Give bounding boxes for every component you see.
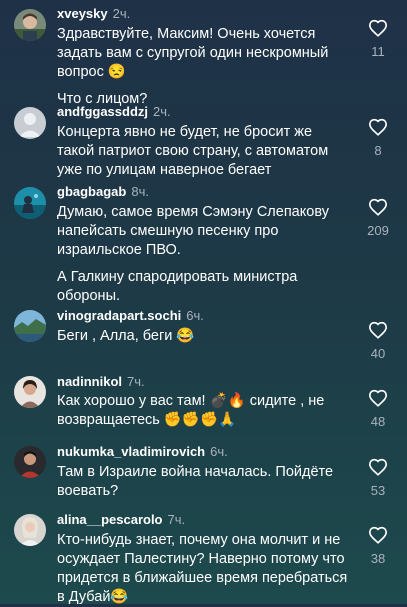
like-button[interactable]: 40 [360, 321, 396, 361]
timestamp: 8ч. [131, 184, 149, 199]
like-button[interactable]: 38 [360, 526, 396, 566]
like-count: 53 [370, 483, 386, 498]
comment-text: Концерта явно не будет, не бросит же так… [57, 123, 350, 180]
like-button[interactable]: 209 [360, 198, 396, 238]
comment-text: Там в Израиле война началась. Пойдёте во… [57, 463, 350, 501]
comment-text: Здравствуйте, Максим! Очень хочется зада… [57, 25, 350, 109]
like-count: 38 [370, 551, 386, 566]
comment-meta: vinogradapart.sochi 6ч. [57, 308, 204, 324]
heart-icon [368, 321, 388, 339]
comment-meta: xveysky 2ч. [57, 6, 130, 22]
comments-screen: { "comments": [ { "username": "xveysky",… [0, 0, 407, 607]
comment-meta: nadinnikol 7ч. [57, 374, 145, 390]
heart-icon [368, 389, 388, 407]
comment-text: Как хорошо у вас там! 💣🔥 сидите , не воз… [57, 392, 350, 430]
username[interactable]: xveysky [57, 6, 108, 21]
comment-paragraph: Думаю, самое время Сэмэну Слепакову напе… [57, 204, 329, 258]
avatar[interactable] [14, 514, 46, 546]
like-button[interactable]: 11 [360, 19, 396, 59]
heart-icon [368, 526, 388, 544]
comment-meta: gbagbagab 8ч. [57, 184, 149, 200]
username[interactable]: nukumka_vladimirovich [57, 444, 205, 459]
timestamp: 6ч. [186, 308, 204, 323]
comment-text: Думаю, самое время Сэмэну Слепакову напе… [57, 203, 350, 306]
like-button[interactable]: 8 [360, 118, 396, 158]
avatar[interactable] [14, 310, 46, 342]
comment-meta: nukumka_vladimirovich 6ч. [57, 444, 228, 460]
username[interactable]: nadinnikol [57, 374, 122, 389]
comment-paragraph: А Галкину спародировать министра обороны… [57, 269, 298, 304]
timestamp: 6ч. [210, 444, 228, 459]
comment-paragraph: Как хорошо у вас там! 💣🔥 сидите , не воз… [57, 393, 325, 428]
timestamp: 2ч. [112, 6, 131, 21]
heart-icon [368, 19, 388, 37]
like-count: 8 [374, 143, 382, 158]
comment-text: Кто-нибудь знает, почему она молчит и не… [57, 531, 350, 607]
like-count: 209 [367, 223, 389, 238]
heart-icon [368, 118, 388, 136]
timestamp: 7ч. [127, 374, 145, 389]
username[interactable]: vinogradapart.sochi [57, 308, 181, 323]
avatar[interactable] [14, 376, 46, 408]
comment-paragraph: Концерта явно не будет, не бросит же так… [57, 124, 329, 178]
like-button[interactable]: 48 [360, 389, 396, 429]
timestamp: 2ч. [153, 104, 171, 119]
timestamp: 7ч. [167, 512, 186, 527]
username[interactable]: andfggassddzj [57, 104, 148, 119]
comment-paragraph: Кто-нибудь знает, почему она молчит и не… [57, 532, 348, 605]
comment-text: Беги , Алла, беги 😂 [57, 327, 350, 346]
like-count: 11 [371, 44, 385, 59]
comment-paragraph: Там в Израиле война началась. Пойдёте во… [57, 464, 334, 499]
comment-meta: alina__pescarolo 7ч. [57, 512, 185, 528]
avatar[interactable] [14, 9, 46, 41]
avatar[interactable] [14, 446, 46, 478]
heart-icon [368, 458, 388, 476]
heart-icon [368, 198, 388, 216]
avatar[interactable] [14, 187, 46, 219]
like-count: 40 [370, 346, 386, 361]
comment-paragraph: Беги , Алла, беги 😂 [57, 328, 195, 344]
username[interactable]: gbagbagab [57, 184, 126, 199]
comment-meta: andfggassddzj 2ч. [57, 104, 171, 120]
avatar[interactable] [14, 107, 46, 139]
like-count: 48 [370, 414, 386, 429]
like-button[interactable]: 53 [360, 458, 396, 498]
comment-paragraph: Здравствуйте, Максим! Очень хочется зада… [57, 26, 329, 80]
username[interactable]: alina__pescarolo [57, 512, 163, 527]
